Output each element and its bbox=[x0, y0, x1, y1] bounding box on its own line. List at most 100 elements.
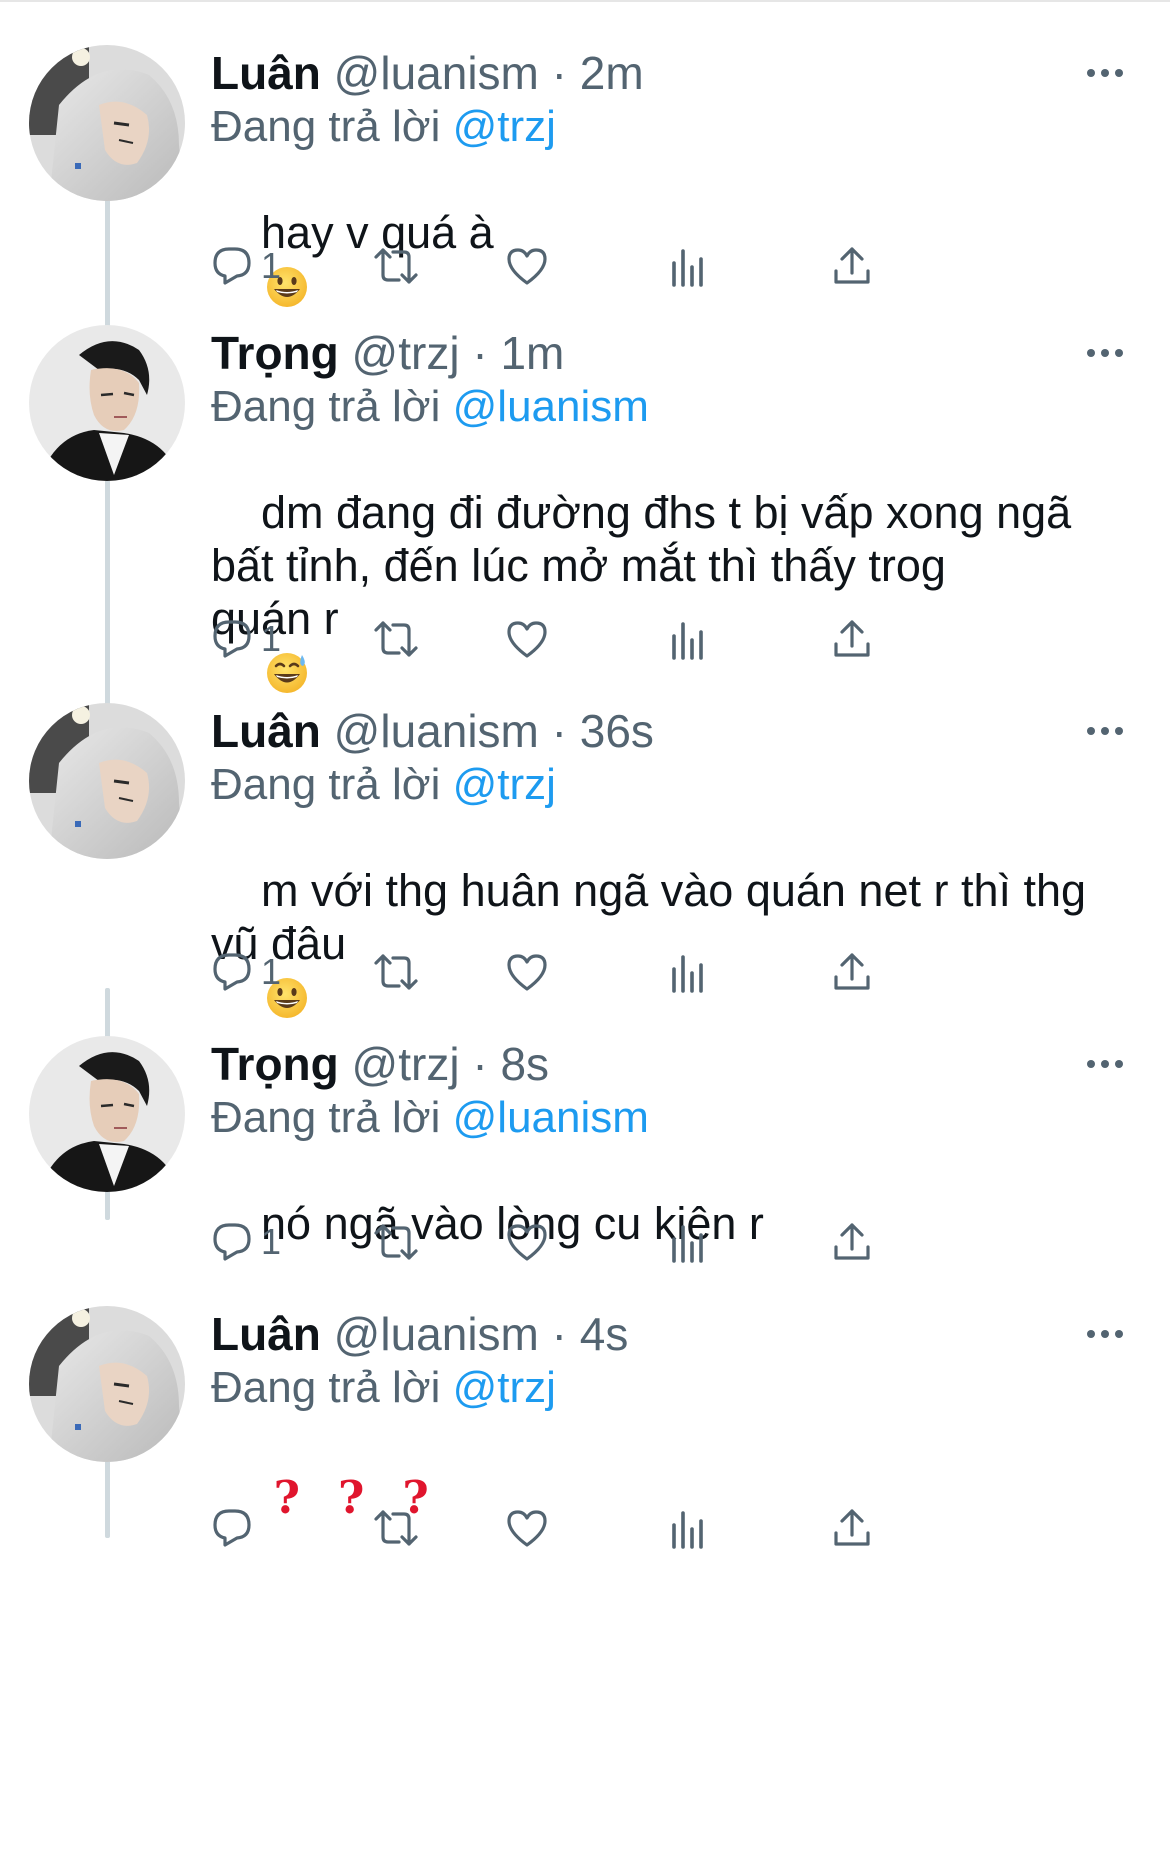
user-handle[interactable]: @trzj bbox=[352, 327, 460, 379]
replying-to: Đang trả lời @trzj bbox=[211, 99, 556, 155]
retweet-button[interactable] bbox=[371, 944, 421, 1000]
avatar-trong-icon bbox=[29, 325, 185, 481]
display-name[interactable]: Trọng bbox=[211, 327, 339, 379]
avatar[interactable] bbox=[29, 45, 185, 201]
display-name[interactable]: Luân bbox=[211, 1308, 321, 1360]
like-button[interactable] bbox=[505, 1214, 549, 1270]
mention-link[interactable]: @luanism bbox=[453, 382, 649, 431]
avatar[interactable] bbox=[29, 1306, 185, 1462]
retweet-arrows-icon bbox=[374, 954, 418, 990]
avatar-luan-icon bbox=[29, 1306, 185, 1462]
retweet-button[interactable] bbox=[371, 1500, 421, 1556]
reply-button[interactable]: 1 bbox=[211, 611, 281, 667]
analytics-button[interactable] bbox=[669, 238, 709, 294]
reply-button[interactable]: 1 bbox=[211, 1214, 281, 1270]
mention-link[interactable]: @trzj bbox=[453, 102, 556, 151]
reply-button[interactable]: 1 bbox=[211, 238, 281, 294]
retweet-button[interactable] bbox=[371, 1214, 421, 1270]
mention-link[interactable]: @luanism bbox=[453, 1093, 649, 1142]
replying-to: Đang trả lời @luanism bbox=[211, 1090, 649, 1146]
user-handle[interactable]: @luanism bbox=[334, 705, 539, 757]
analytics-button[interactable] bbox=[669, 611, 709, 667]
avatar-luan-icon bbox=[29, 703, 185, 859]
heart-icon bbox=[507, 1224, 547, 1261]
reply-button[interactable]: 1 bbox=[211, 944, 281, 1000]
tweet-actions: 1 bbox=[211, 1214, 1111, 1270]
separator-dot: · bbox=[472, 1038, 488, 1090]
more-dots-icon[interactable] bbox=[1085, 347, 1125, 359]
mention-link[interactable]: @trzj bbox=[453, 760, 556, 809]
timestamp[interactable]: 8s bbox=[500, 1038, 549, 1090]
replying-to-label: Đang trả lời bbox=[211, 1093, 441, 1142]
like-button[interactable] bbox=[505, 944, 549, 1000]
bar-chart-icon bbox=[672, 955, 703, 993]
bar-chart-icon bbox=[672, 1511, 703, 1549]
speech-bubble-icon bbox=[213, 1223, 251, 1261]
reply-count: 1 bbox=[261, 245, 282, 286]
speech-bubble-icon bbox=[213, 247, 251, 285]
share-upload-icon bbox=[834, 1223, 870, 1260]
separator-dot: · bbox=[551, 1308, 567, 1360]
retweet-button[interactable] bbox=[371, 611, 421, 667]
display-name[interactable]: Luân bbox=[211, 705, 321, 757]
more-dots-icon[interactable] bbox=[1085, 725, 1125, 737]
tweet-actions: 1 bbox=[211, 611, 1111, 667]
replying-to-label: Đang trả lời bbox=[211, 760, 441, 809]
speech-bubble-icon bbox=[213, 1509, 251, 1547]
retweet-arrows-icon bbox=[374, 621, 418, 657]
bar-chart-icon bbox=[672, 622, 703, 660]
share-upload-icon bbox=[834, 247, 870, 284]
bar-chart-icon bbox=[672, 249, 703, 287]
reply-button[interactable] bbox=[211, 1500, 253, 1556]
timestamp[interactable]: 1m bbox=[500, 327, 564, 379]
share-upload-icon bbox=[834, 953, 870, 990]
timestamp[interactable]: 2m bbox=[580, 47, 644, 99]
user-handle[interactable]: @luanism bbox=[334, 1308, 539, 1360]
more-dots-icon[interactable] bbox=[1085, 1058, 1125, 1070]
reply-count: 1 bbox=[261, 1221, 282, 1262]
display-name[interactable]: Luân bbox=[211, 47, 321, 99]
timestamp[interactable]: 4s bbox=[580, 1308, 629, 1360]
replying-to-label: Đang trả lời bbox=[211, 102, 441, 151]
more-dots-icon[interactable] bbox=[1085, 67, 1125, 79]
like-button[interactable] bbox=[505, 611, 549, 667]
like-button[interactable] bbox=[505, 1500, 549, 1556]
share-button[interactable] bbox=[831, 611, 873, 667]
mention-link[interactable]: @trzj bbox=[453, 1363, 556, 1412]
tweet-header: Luân @luanism · 36s bbox=[211, 703, 654, 759]
retweet-button[interactable] bbox=[371, 238, 421, 294]
timestamp[interactable]: 36s bbox=[580, 705, 654, 757]
share-button[interactable] bbox=[831, 944, 873, 1000]
top-divider bbox=[0, 0, 1170, 2]
share-button[interactable] bbox=[831, 238, 873, 294]
user-handle[interactable]: @trzj bbox=[352, 1038, 460, 1090]
tweet-actions: 1 bbox=[211, 238, 1111, 294]
replying-to: Đang trả lời @luanism bbox=[211, 379, 649, 435]
avatar-luan-icon bbox=[29, 45, 185, 201]
share-button[interactable] bbox=[831, 1500, 873, 1556]
avatar[interactable] bbox=[29, 325, 185, 481]
heart-icon bbox=[507, 1510, 547, 1547]
analytics-button[interactable] bbox=[669, 1214, 709, 1270]
analytics-button[interactable] bbox=[669, 1500, 709, 1556]
tweet-actions: 1 bbox=[211, 944, 1111, 1000]
retweet-arrows-icon bbox=[374, 1510, 418, 1546]
avatar-trong-icon bbox=[29, 1036, 185, 1192]
tweet-header: Luân @luanism · 2m bbox=[211, 45, 644, 101]
more-dots-icon[interactable] bbox=[1085, 1328, 1125, 1340]
avatar[interactable] bbox=[29, 703, 185, 859]
share-button[interactable] bbox=[831, 1214, 873, 1270]
user-handle[interactable]: @luanism bbox=[334, 47, 539, 99]
separator-dot: · bbox=[551, 47, 567, 99]
reply-count: 1 bbox=[261, 618, 282, 659]
tweet-actions bbox=[211, 1500, 1111, 1556]
reply-count: 1 bbox=[261, 951, 282, 992]
like-button[interactable] bbox=[505, 238, 549, 294]
display-name[interactable]: Trọng bbox=[211, 1038, 339, 1090]
avatar[interactable] bbox=[29, 1036, 185, 1192]
analytics-button[interactable] bbox=[669, 944, 709, 1000]
heart-icon bbox=[507, 621, 547, 658]
retweet-arrows-icon bbox=[374, 248, 418, 284]
share-upload-icon bbox=[834, 1509, 870, 1546]
separator-dot: · bbox=[551, 705, 567, 757]
